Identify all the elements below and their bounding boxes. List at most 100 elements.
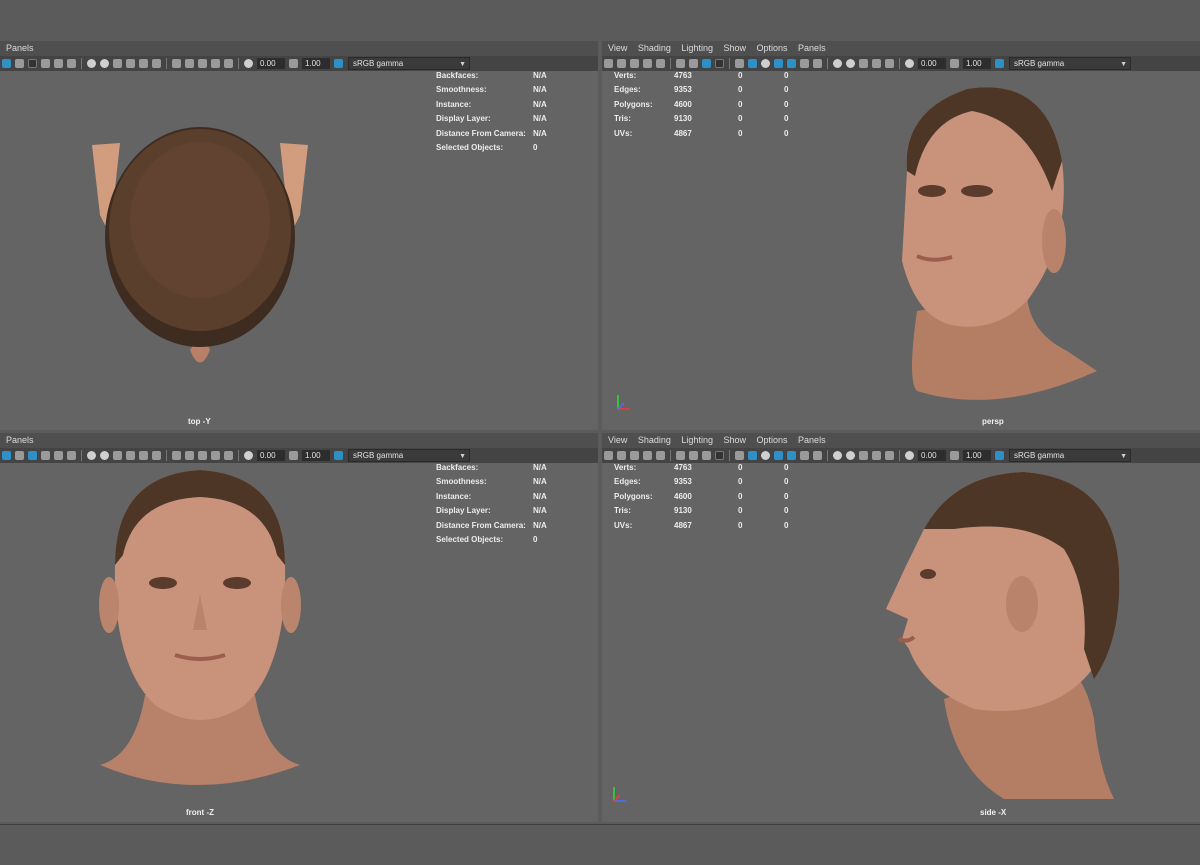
menu-options[interactable]: Options <box>757 435 788 445</box>
sphere-icon[interactable] <box>833 451 842 460</box>
select-camera-icon[interactable] <box>604 451 613 460</box>
shadow-icon[interactable] <box>28 59 37 68</box>
light-icon[interactable] <box>800 59 809 68</box>
menu-shading[interactable]: Shading <box>638 43 671 53</box>
gamma-field[interactable]: 1.00 <box>963 58 991 69</box>
xray-icon[interactable] <box>126 451 135 460</box>
camera-icon[interactable] <box>617 59 626 68</box>
select-camera-icon[interactable] <box>604 59 613 68</box>
lock-camera-icon[interactable] <box>630 451 639 460</box>
smooth-sphere-icon[interactable] <box>100 451 109 460</box>
grid-icon[interactable] <box>676 59 685 68</box>
isolate-icon[interactable] <box>859 451 868 460</box>
safe-action-icon[interactable] <box>211 451 220 460</box>
safe-action-icon[interactable] <box>211 59 220 68</box>
resolution-gate-icon[interactable] <box>185 451 194 460</box>
film-gate-icon[interactable] <box>689 59 698 68</box>
menu-lighting[interactable]: Lighting <box>681 435 713 445</box>
viewport-top[interactable]: Panels 0.00 1.00 sRGB gamma ▼ Backfaces:… <box>0 41 598 430</box>
film-gate-icon[interactable] <box>689 451 698 460</box>
exposure-icon[interactable] <box>905 59 914 68</box>
viewport-front[interactable]: Panels 0.00 1.00 sRGB gamma ▼ Backfaces:… <box>0 433 598 822</box>
color-management-icon[interactable] <box>995 59 1004 68</box>
gamma-field[interactable]: 1.00 <box>302 58 330 69</box>
gate-mask-icon[interactable] <box>224 451 233 460</box>
gate-mask-icon[interactable] <box>224 59 233 68</box>
menu-panels[interactable]: Panels <box>798 43 826 53</box>
gamma-icon[interactable] <box>950 451 959 460</box>
menu-panels[interactable]: Panels <box>6 435 34 445</box>
texture-icon[interactable] <box>54 451 63 460</box>
resolution-gate-icon[interactable] <box>702 59 711 68</box>
camera-attr-icon[interactable] <box>139 451 148 460</box>
color-management-icon[interactable] <box>995 451 1004 460</box>
camera-attr-icon[interactable] <box>139 59 148 68</box>
default-material-icon[interactable] <box>761 59 770 68</box>
gamma-icon[interactable] <box>950 59 959 68</box>
bounding-box-icon[interactable] <box>67 59 76 68</box>
xray-icon[interactable] <box>787 59 796 68</box>
sphere-icon[interactable] <box>87 451 96 460</box>
gate-mask-icon[interactable] <box>715 59 724 68</box>
viewport-persp[interactable]: View Shading Lighting Show Options Panel… <box>602 41 1200 430</box>
menu-view[interactable]: View <box>608 43 627 53</box>
smooth-shade-icon[interactable] <box>748 451 757 460</box>
wireframe-icon[interactable] <box>735 451 744 460</box>
exposure-icon[interactable] <box>905 451 914 460</box>
menu-panels[interactable]: Panels <box>798 435 826 445</box>
menu-show[interactable]: Show <box>723 43 746 53</box>
safe-action-icon[interactable] <box>885 59 894 68</box>
isolate-icon[interactable] <box>859 59 868 68</box>
default-material-icon[interactable] <box>761 451 770 460</box>
shadow-icon[interactable] <box>813 59 822 68</box>
menu-shading[interactable]: Shading <box>638 435 671 445</box>
gamma-field[interactable]: 1.00 <box>302 450 330 461</box>
texture-icon[interactable] <box>54 59 63 68</box>
bounding-box-icon[interactable] <box>67 451 76 460</box>
exposure-field[interactable]: 0.00 <box>257 58 285 69</box>
wireframe-icon[interactable] <box>41 59 50 68</box>
menu-options[interactable]: Options <box>757 43 788 53</box>
color-management-icon[interactable] <box>334 451 343 460</box>
smooth-sphere-icon[interactable] <box>846 451 855 460</box>
sphere-icon[interactable] <box>87 59 96 68</box>
camera-attr-icon[interactable] <box>643 451 652 460</box>
camera-icon[interactable] <box>617 451 626 460</box>
exposure-icon[interactable] <box>244 451 253 460</box>
gamma-icon[interactable] <box>289 59 298 68</box>
light-icon[interactable] <box>800 451 809 460</box>
light-icon[interactable] <box>15 451 24 460</box>
gamma-icon[interactable] <box>289 451 298 460</box>
bookmark-icon[interactable] <box>656 451 665 460</box>
light-icon[interactable] <box>15 59 24 68</box>
smooth-sphere-icon[interactable] <box>846 59 855 68</box>
exposure-field[interactable]: 0.00 <box>918 58 946 69</box>
menu-view[interactable]: View <box>608 435 627 445</box>
color-management-icon[interactable] <box>334 59 343 68</box>
wireframe-icon[interactable] <box>41 451 50 460</box>
bookmark-icon[interactable] <box>152 451 161 460</box>
gate-mask-icon[interactable] <box>715 451 724 460</box>
grid-icon[interactable] <box>2 451 11 460</box>
menu-panels[interactable]: Panels <box>6 43 34 53</box>
shadow-icon[interactable] <box>28 451 37 460</box>
gamma-field[interactable]: 1.00 <box>963 450 991 461</box>
bookmark-icon[interactable] <box>152 59 161 68</box>
film-gate-icon[interactable] <box>198 59 207 68</box>
smooth-shade-icon[interactable] <box>748 59 757 68</box>
resolution-gate-icon[interactable] <box>702 451 711 460</box>
sphere-icon[interactable] <box>833 59 842 68</box>
exposure-field[interactable]: 0.00 <box>918 450 946 461</box>
lock-camera-icon[interactable] <box>630 59 639 68</box>
textured-icon[interactable] <box>774 451 783 460</box>
viewport-side[interactable]: View Shading Lighting Show Options Panel… <box>602 433 1200 822</box>
grid-icon[interactable] <box>2 59 11 68</box>
colorspace-dropdown[interactable]: sRGB gamma ▼ <box>1009 57 1131 70</box>
exposure-field[interactable]: 0.00 <box>257 450 285 461</box>
cursor-icon[interactable] <box>872 451 881 460</box>
colorspace-dropdown[interactable]: sRGB gamma ▼ <box>1009 449 1131 462</box>
cursor-icon[interactable] <box>872 59 881 68</box>
exposure-icon[interactable] <box>244 59 253 68</box>
cursor-icon[interactable] <box>172 59 181 68</box>
xray-icon[interactable] <box>126 59 135 68</box>
